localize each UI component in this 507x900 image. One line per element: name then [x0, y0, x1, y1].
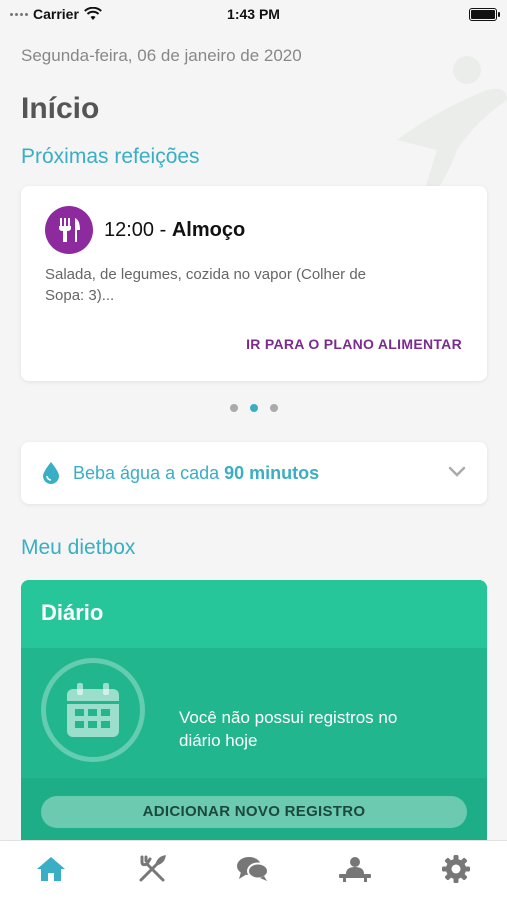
chat-icon: [237, 856, 270, 881]
tab-chat[interactable]: [223, 847, 283, 891]
tab-bar: [0, 840, 507, 900]
diario-title: Diário: [21, 580, 487, 648]
meal-card[interactable]: 12:00 - Almoço Salada, de legumes, cozid…: [21, 186, 487, 381]
cutlery-icon: [139, 854, 166, 881]
tab-home[interactable]: [21, 847, 81, 891]
meal-pager: [0, 404, 507, 412]
wifi-icon: [84, 7, 102, 20]
pager-dot-active[interactable]: [249, 404, 258, 412]
pager-dot[interactable]: [269, 404, 278, 412]
battery-icon: [469, 7, 500, 21]
water-text: Beba água a cada 90 minutos: [73, 463, 319, 484]
tab-meal-plan[interactable]: [122, 847, 182, 891]
diario-body: Você não possui registros no diário hoje: [21, 648, 487, 778]
tab-settings[interactable]: [426, 847, 486, 891]
cutlery-icon: [45, 206, 93, 254]
date-label: Segunda-feira, 06 de janeiro de 2020: [21, 46, 302, 65]
chevron-down-icon[interactable]: [447, 462, 467, 482]
signal-icon: [10, 12, 28, 16]
add-record-button[interactable]: ADICIONAR NOVO REGISTRO: [41, 796, 467, 828]
water-reminder-card[interactable]: Beba água a cada 90 minutos: [21, 442, 487, 504]
water-interval: 90 minutos: [224, 462, 320, 483]
pager-dot[interactable]: [229, 404, 238, 412]
diario-message: Você não possui registros no diário hoje: [179, 708, 398, 750]
meal-name: Almoço: [171, 219, 246, 241]
meal-description: Salada, de legumes, cozida no vapor (Col…: [45, 266, 367, 304]
gear-icon: [442, 854, 471, 883]
next-meals-title: Próximas refeições: [21, 145, 200, 168]
nutritionist-icon: [338, 856, 371, 882]
meal-plan-link[interactable]: IR PARA O PLANO ALIMENTAR: [246, 336, 462, 352]
water-drop-icon: [43, 462, 59, 484]
tab-nutritionist[interactable]: [325, 847, 385, 891]
meal-separator: -: [154, 219, 172, 241]
water-text-prefix: Beba água a cada: [73, 462, 225, 483]
home-icon: [36, 856, 65, 881]
carrier-label: Carrier: [33, 6, 79, 22]
calendar-icon: [41, 658, 145, 762]
meal-time: 12:00: [104, 219, 155, 241]
meal-heading: 12:00 - Almoço: [104, 219, 245, 242]
diario-card: Diário Você não possui registros no diár…: [21, 580, 487, 850]
status-bar: Carrier 1:43 PM: [0, 0, 507, 28]
dietbox-title: Meu dietbox: [21, 536, 136, 559]
status-left: Carrier: [10, 6, 102, 22]
page-title: Início: [21, 92, 100, 125]
